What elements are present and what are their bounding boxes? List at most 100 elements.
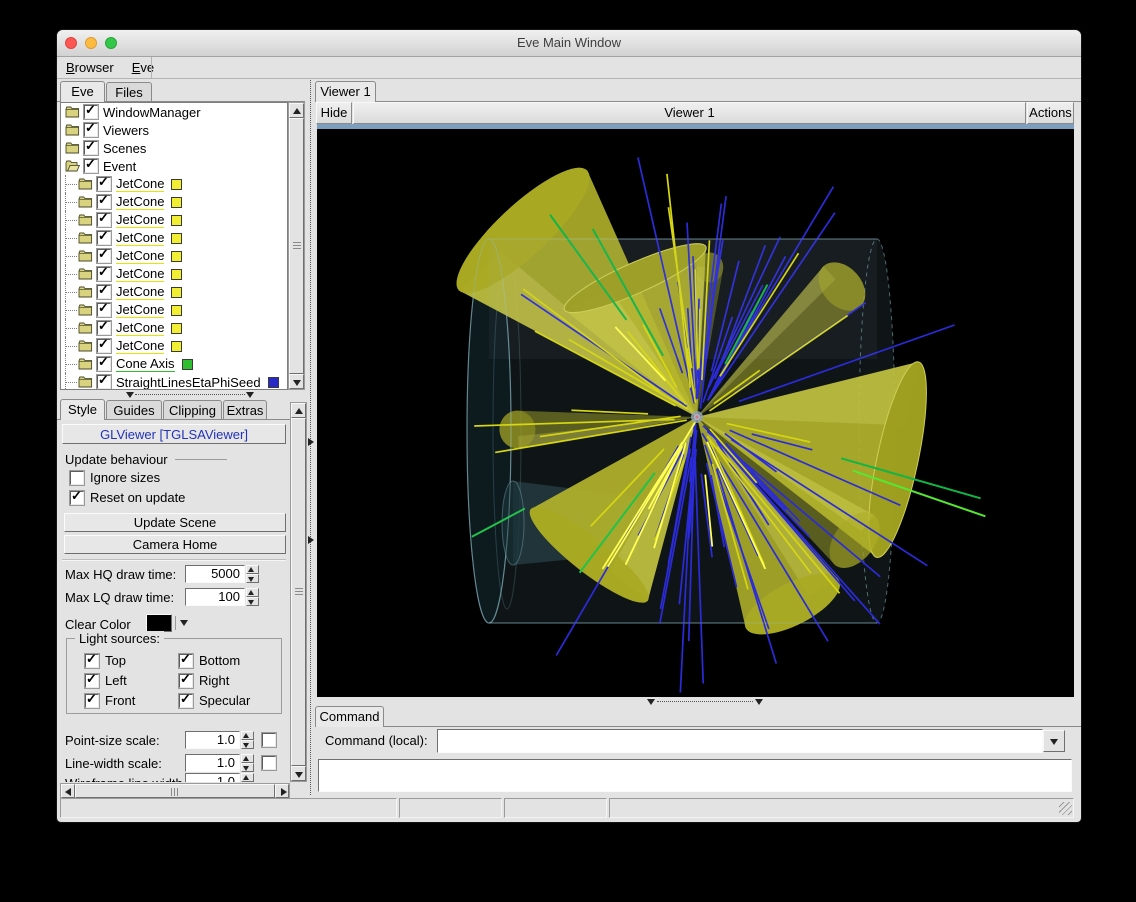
tree-item[interactable]: JetCone [61, 265, 287, 283]
tree-item-label[interactable]: Scenes [103, 141, 146, 156]
command-dropdown-button[interactable] [1043, 730, 1065, 752]
reset-on-update-checkbox[interactable]: Reset on update [70, 490, 185, 505]
tree-item-checkbox[interactable] [97, 303, 111, 317]
menu-browser[interactable]: Browser [57, 57, 123, 78]
tree-item-checkbox[interactable] [84, 141, 98, 155]
tree-item-label[interactable]: Viewers [103, 123, 149, 138]
style-vertical-scrollbar[interactable] [290, 402, 307, 782]
tree-item-label[interactable]: WindowManager [103, 105, 201, 120]
tree-item-label[interactable]: JetCone [116, 212, 164, 228]
glviewer-name-button[interactable]: GLViewer [TGLSAViewer] [62, 424, 286, 444]
scroll-thumb[interactable] [289, 118, 304, 374]
tree-item-label[interactable]: JetCone [116, 266, 164, 282]
scroll-up-button[interactable] [291, 403, 306, 418]
tab-clipping[interactable]: Clipping [163, 400, 222, 420]
tree-item-checkbox[interactable] [97, 285, 111, 299]
line-width-stepper[interactable] [241, 754, 254, 772]
max-lq-stepper[interactable] [246, 588, 259, 606]
tree-item[interactable]: JetCone [61, 337, 287, 355]
tree-item[interactable]: JetCone [61, 229, 287, 247]
tab-viewer-1[interactable]: Viewer 1 [315, 81, 376, 102]
eve-tree[interactable]: WindowManagerViewersScenesEventJetConeJe… [60, 102, 288, 390]
tree-item[interactable]: WindowManager [61, 103, 287, 121]
tree-item-checkbox[interactable] [97, 231, 111, 245]
tree-item-label[interactable]: JetCone [116, 176, 164, 192]
tree-item-label[interactable]: JetCone [116, 230, 164, 246]
tree-item-checkbox[interactable] [97, 213, 111, 227]
clear-color-swatch[interactable] [146, 614, 172, 632]
tree-item-checkbox[interactable] [97, 177, 111, 191]
viewer-title-bar[interactable]: Viewer 1 [353, 102, 1026, 124]
scroll-down-button[interactable] [289, 374, 304, 389]
tree-item-label[interactable]: JetCone [116, 248, 164, 264]
tree-item-checkbox[interactable] [84, 159, 98, 173]
style-horizontal-scrollbar[interactable] [60, 783, 290, 799]
tab-command[interactable]: Command [315, 706, 384, 727]
command-combobox[interactable] [437, 729, 1067, 753]
wireframe-width-stepper[interactable] [241, 773, 254, 782]
light-checkbox-left[interactable]: Left [85, 673, 127, 688]
tab-eve[interactable]: Eve [60, 81, 105, 102]
tree-item[interactable]: JetCone [61, 319, 287, 337]
gl-viewport[interactable] [317, 124, 1074, 697]
scroll-left-button[interactable] [61, 784, 75, 798]
scroll-thumb[interactable] [75, 784, 275, 798]
tree-item-checkbox[interactable] [97, 267, 111, 281]
tab-guides[interactable]: Guides [106, 400, 162, 420]
resize-grip[interactable] [1059, 802, 1072, 815]
tree-vertical-scrollbar[interactable] [288, 102, 305, 390]
tree-item-checkbox[interactable] [84, 105, 98, 119]
camera-home-button[interactable]: Camera Home [64, 535, 286, 554]
line-width-input[interactable]: 1.0 [185, 754, 240, 772]
tree-item-label[interactable]: JetCone [116, 320, 164, 336]
tree-item-checkbox[interactable] [97, 339, 111, 353]
tree-item[interactable]: JetCone [61, 283, 287, 301]
light-checkbox-specular[interactable]: Specular [179, 693, 250, 708]
tree-item-checkbox[interactable] [97, 195, 111, 209]
minimize-button[interactable] [85, 37, 97, 49]
tree-item-checkbox[interactable] [97, 357, 111, 371]
tab-files[interactable]: Files [106, 82, 152, 102]
tree-item-checkbox[interactable] [97, 249, 111, 263]
tree-item-label[interactable]: Cone Axis [116, 356, 175, 372]
tree-item[interactable]: JetCone [61, 193, 287, 211]
tree-item[interactable]: Event [61, 157, 287, 175]
scroll-right-button[interactable] [275, 784, 289, 798]
max-lq-input[interactable]: 100 [185, 588, 245, 606]
update-scene-button[interactable]: Update Scene [64, 513, 286, 532]
zoom-button[interactable] [105, 37, 117, 49]
tree-item[interactable]: Viewers [61, 121, 287, 139]
max-hq-stepper[interactable] [246, 565, 259, 583]
tree-item-checkbox[interactable] [97, 375, 111, 389]
point-size-stepper[interactable] [241, 731, 254, 749]
tree-item-label[interactable]: JetCone [116, 284, 164, 300]
tree-style-splitter[interactable] [60, 390, 305, 399]
clear-color-dropdown[interactable] [175, 616, 191, 630]
tab-extras[interactable]: Extras [223, 400, 267, 420]
ignore-sizes-checkbox[interactable]: Ignore sizes [70, 470, 160, 485]
tree-item-checkbox[interactable] [84, 123, 98, 137]
scroll-down-button[interactable] [291, 766, 306, 781]
tree-item[interactable]: Cone Axis [61, 355, 287, 373]
scroll-up-button[interactable] [289, 103, 304, 118]
tree-item[interactable]: Scenes [61, 139, 287, 157]
panel-splitter[interactable] [306, 80, 315, 795]
tree-item[interactable]: JetCone [61, 247, 287, 265]
wireframe-width-input[interactable]: 1.0 [185, 773, 240, 782]
scroll-thumb[interactable] [291, 418, 306, 766]
line-width-checkbox[interactable] [262, 756, 276, 770]
tree-item-label[interactable]: JetCone [116, 338, 164, 354]
close-button[interactable] [65, 37, 77, 49]
tree-item[interactable]: JetCone [61, 175, 287, 193]
tree-item[interactable]: JetCone [61, 301, 287, 319]
light-checkbox-front[interactable]: Front [85, 693, 135, 708]
light-checkbox-top[interactable]: Top [85, 653, 126, 668]
light-checkbox-right[interactable]: Right [179, 673, 229, 688]
tree-item[interactable]: JetCone [61, 211, 287, 229]
actions-menu-button[interactable]: Actions [1027, 102, 1074, 124]
command-output[interactable] [318, 759, 1072, 792]
titlebar[interactable]: Eve Main Window [57, 30, 1081, 57]
tree-item-label[interactable]: StraightLinesEtaPhiSeed [116, 375, 261, 390]
point-size-checkbox[interactable] [262, 733, 276, 747]
tree-item[interactable]: StraightLinesEtaPhiSeed [61, 373, 287, 390]
